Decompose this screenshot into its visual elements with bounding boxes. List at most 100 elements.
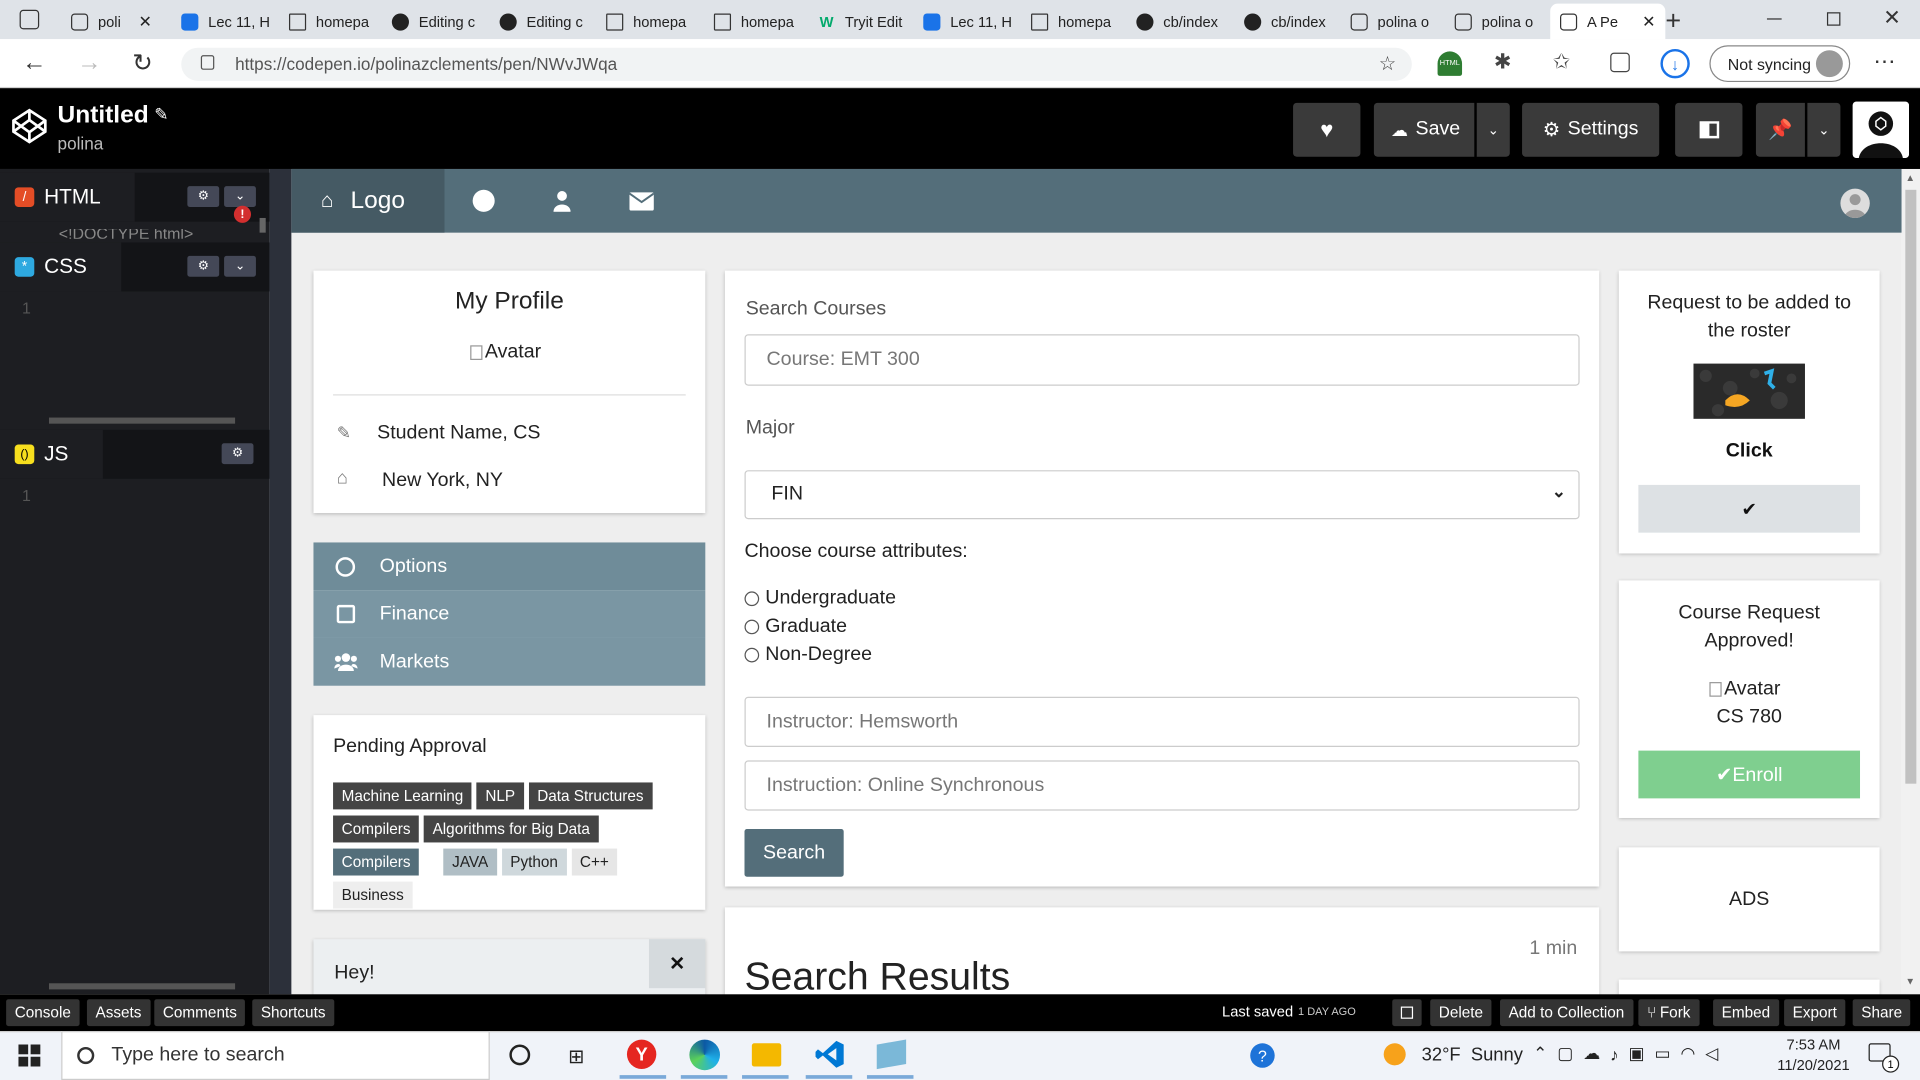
js-panel-tab[interactable]: () JS (0, 429, 103, 479)
save-dropdown-button[interactable]: ⌄ (1476, 102, 1510, 157)
browser-tab[interactable]: polina o (1445, 4, 1545, 40)
css-settings-button[interactable]: ⚙ (187, 255, 220, 277)
browser-tab[interactable]: polina o (1341, 4, 1441, 40)
browser-tab[interactable]: poli ✕ (61, 4, 161, 40)
radio-graduate[interactable]: Graduate (744, 616, 847, 638)
windows-start-icon[interactable] (18, 1044, 41, 1067)
open-new-window-button[interactable] (1392, 999, 1422, 1027)
favorite-star-icon[interactable]: ☆ (1379, 51, 1397, 75)
fork-button[interactable]: ⑂ Fork (1638, 999, 1700, 1027)
minimize-button[interactable] (1766, 18, 1782, 20)
browser-tab[interactable]: Editing c (382, 4, 482, 40)
browser-tab[interactable]: W Tryit Edit (808, 4, 908, 40)
file-explorer-app-icon[interactable] (751, 1043, 782, 1067)
nav-home-link[interactable]: ⌂ Logo (291, 168, 445, 233)
cortana-icon[interactable] (509, 1044, 531, 1066)
pen-owner[interactable]: polina (58, 133, 104, 153)
delete-button[interactable]: Delete (1430, 999, 1492, 1027)
html-settings-button[interactable]: ⚙ (187, 186, 220, 207)
js-hscrollbar[interactable] (48, 983, 236, 990)
new-tab-button[interactable]: + (1665, 5, 1681, 37)
back-button[interactable]: ← (22, 49, 46, 77)
pen-title[interactable]: Untitled (58, 102, 149, 130)
account-avatar-icon[interactable] (1840, 188, 1870, 218)
envelope-icon[interactable] (629, 192, 654, 211)
browser-tab[interactable]: Editing c (490, 4, 590, 40)
codepen-logo-icon[interactable] (10, 107, 49, 146)
html-scrollbar[interactable] (259, 217, 266, 233)
radio-non-degree[interactable]: Non-Degree (744, 644, 872, 666)
search-button[interactable]: Search (744, 828, 844, 877)
collections-icon[interactable] (1610, 52, 1630, 73)
browser-tab[interactable]: homepa (596, 4, 696, 40)
task-view-icon[interactable]: ⊞ (568, 1044, 584, 1068)
share-button[interactable]: Share (1852, 999, 1911, 1027)
add-to-collection-button[interactable]: Add to Collection (1500, 999, 1633, 1027)
settings-button[interactable]: ⚙ Settings (1522, 102, 1660, 157)
edit-title-icon[interactable]: ✎ (154, 104, 168, 125)
url-bar[interactable]: https://codepen.io/polinazclements/pen/N… (181, 47, 1412, 81)
menu-item-finance[interactable]: Finance (313, 590, 706, 638)
like-button[interactable]: ♥ (1293, 102, 1361, 157)
yandex-app-icon[interactable]: Y (626, 1039, 657, 1069)
html-code-snippet[interactable]: <!DOCTYPE html> (59, 229, 193, 239)
export-button[interactable]: Export (1784, 999, 1846, 1027)
weather-text[interactable]: 32°F Sunny (1422, 1044, 1523, 1065)
scroll-up-arrow[interactable]: ▲ (1905, 173, 1915, 184)
globe-icon[interactable] (472, 189, 495, 212)
tab-actions-icon[interactable] (19, 9, 40, 30)
pin-dropdown-button[interactable]: ⌄ (1807, 102, 1841, 157)
comments-button[interactable]: Comments (154, 999, 246, 1027)
user-icon[interactable] (553, 190, 571, 212)
extensions-puzzle-icon[interactable]: ✱ (1494, 50, 1511, 74)
scroll-thumb[interactable] (1905, 189, 1917, 784)
forward-button[interactable]: → (77, 49, 101, 77)
browser-tab[interactable]: A Pe ✕ (1550, 3, 1666, 40)
embed-button[interactable]: Embed (1713, 999, 1779, 1027)
shortcuts-button[interactable]: Shortcuts (252, 999, 335, 1027)
browser-tab[interactable]: homepa (279, 4, 379, 40)
browser-tab[interactable]: cb/index (1234, 4, 1334, 40)
html-panel-tab[interactable]: / HTML (0, 172, 136, 222)
close-window-button[interactable]: ✕ (1883, 6, 1900, 30)
html-extension-icon[interactable]: HTML (1437, 51, 1463, 76)
close-tab-icon[interactable]: ✕ (1642, 12, 1655, 32)
favorites-icon[interactable]: ✩ (1553, 50, 1570, 74)
menu-item-markets[interactable]: Markets (313, 637, 706, 686)
save-button[interactable]: ☁ Save (1373, 102, 1475, 157)
html-collapse-button[interactable]: ⌄ (224, 186, 256, 207)
browser-tab[interactable]: homepa (704, 4, 804, 40)
instructor-input[interactable]: Instructor: Hemsworth (744, 696, 1580, 747)
downloads-icon[interactable]: ↓ (1660, 48, 1690, 79)
sync-button[interactable]: Not syncing (1709, 45, 1851, 83)
edge-app-icon[interactable] (689, 1039, 721, 1071)
css-panel-tab[interactable]: * CSS (0, 242, 122, 292)
enroll-button[interactable]: ✔Enroll (1638, 750, 1861, 799)
browser-tab[interactable]: Lec 11, H (913, 4, 1013, 40)
menu-item-options[interactable]: Options (313, 542, 706, 591)
browser-tab[interactable]: homepa (1021, 4, 1121, 40)
preview-scrollbar[interactable]: ▲ ▼ (1901, 168, 1920, 995)
css-hscrollbar[interactable] (48, 417, 236, 424)
taskbar-clock[interactable]: 7:53 AM 11/20/2021 (1771, 1035, 1857, 1077)
roster-request-button[interactable]: ✔ (1638, 484, 1861, 533)
editor-resize-bar[interactable] (269, 168, 292, 995)
scroll-down-arrow[interactable]: ▼ (1905, 976, 1915, 987)
app-window-icon[interactable] (876, 1039, 907, 1070)
reload-button[interactable]: ↻ (132, 48, 153, 79)
browser-tab[interactable]: Lec 11, H (171, 4, 271, 40)
layout-button[interactable] (1675, 102, 1743, 157)
js-settings-button[interactable]: ⚙ (221, 443, 254, 465)
taskbar-search-box[interactable]: Type here to search (61, 1031, 490, 1080)
pin-button[interactable]: 📌 (1755, 102, 1805, 157)
browser-tab[interactable]: cb/index (1127, 4, 1227, 40)
assets-button[interactable]: Assets (86, 999, 151, 1027)
console-button[interactable]: Console (6, 999, 80, 1027)
help-icon[interactable]: ? (1250, 1043, 1275, 1068)
vscode-app-icon[interactable] (815, 1040, 845, 1069)
close-tab-icon[interactable]: ✕ (138, 12, 151, 32)
radio-undergraduate[interactable]: Undergraduate (744, 588, 896, 610)
user-avatar[interactable] (1852, 101, 1909, 158)
instruction-input[interactable]: Instruction: Online Synchronous (744, 760, 1580, 811)
alert-close-button[interactable]: × (648, 939, 706, 989)
